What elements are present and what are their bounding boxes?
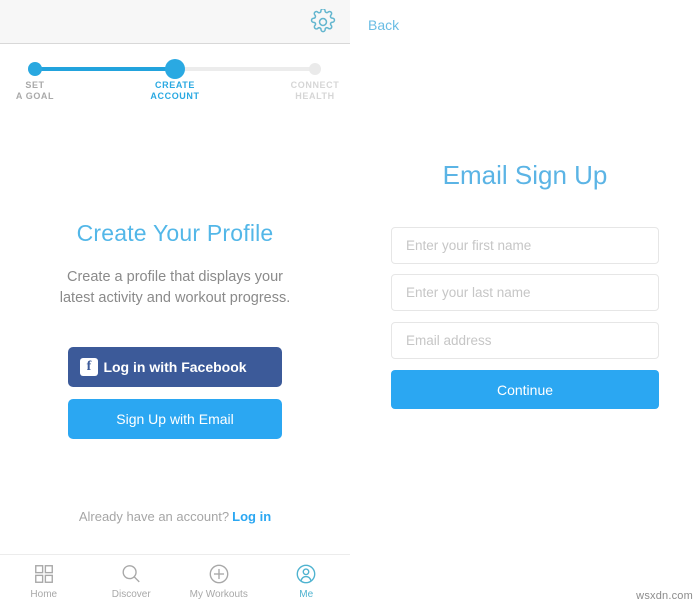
stepper-label-set-a-goal: SET A GOAL <box>0 80 90 102</box>
bottom-tab-bar: Home Discover My Workouts Me <box>0 554 350 607</box>
tab-my-workouts[interactable]: My Workouts <box>175 555 263 607</box>
gear-icon[interactable] <box>310 9 336 35</box>
existing-account-prompt: Already have an account? <box>78 509 230 524</box>
stepper-label-line1: CREATE <box>155 80 195 90</box>
tab-discover[interactable]: Discover <box>88 555 176 607</box>
first-name-input[interactable] <box>391 227 659 264</box>
right-phone-panel: Back Email Sign Up Continue wsxdn.com <box>350 0 700 607</box>
email-sign-up-title: Email Sign Up <box>442 160 608 190</box>
tab-home[interactable]: Home <box>0 555 88 607</box>
email-input[interactable] <box>391 322 659 359</box>
page-title: Create Your Profile <box>76 220 274 246</box>
page-subtitle: Create a profile that displays your late… <box>30 267 320 309</box>
search-icon <box>120 563 142 585</box>
existing-account-row: Already have an account? Log in <box>0 509 350 524</box>
tab-me[interactable]: Me <box>263 555 351 607</box>
tab-me-label: Me <box>299 588 314 600</box>
tab-discover-label: Discover <box>111 588 151 600</box>
back-button[interactable]: Back <box>368 17 399 33</box>
sign-up-with-email-label: Sign Up with Email <box>116 411 234 427</box>
watermark: wsxdn.com <box>636 590 693 602</box>
log-in-link[interactable]: Log in <box>232 509 271 524</box>
tab-home-label: Home <box>30 588 58 600</box>
stepper-label-create-account: CREATE ACCOUNT <box>120 80 230 102</box>
stepper-track-fill <box>35 67 175 71</box>
stepper-label-line1: SET <box>25 80 45 90</box>
left-phone-panel: SET A GOAL CREATE ACCOUNT CONNECT HEALTH… <box>0 0 350 607</box>
stepper-dot-create-account[interactable] <box>165 59 185 79</box>
stepper-label-line2: ACCOUNT <box>150 91 200 101</box>
plus-circle-icon <box>208 563 230 585</box>
grid-icon <box>33 563 55 585</box>
continue-button[interactable]: Continue <box>391 370 659 409</box>
stepper-dot-set-a-goal[interactable] <box>28 62 42 76</box>
stepper-label-line2: A GOAL <box>15 91 55 101</box>
left-header-bar <box>0 0 350 44</box>
onboarding-stepper: SET A GOAL CREATE ACCOUNT CONNECT HEALTH <box>0 56 350 104</box>
create-profile-section: Create Your Profile Create a profile tha… <box>0 120 350 524</box>
facebook-icon: f <box>80 358 98 376</box>
page-subtitle-line2: latest activity and workout progress. <box>59 290 291 306</box>
last-name-input[interactable] <box>391 274 659 311</box>
stepper-dot-connect-health[interactable] <box>309 63 321 75</box>
tab-my-workouts-label: My Workouts <box>189 588 248 600</box>
page-subtitle-line1: Create a profile that displays your <box>67 269 283 285</box>
person-circle-icon <box>295 563 317 585</box>
app-screen: SET A GOAL CREATE ACCOUNT CONNECT HEALTH… <box>0 0 700 607</box>
login-with-facebook-button[interactable]: f Log in with Facebook <box>68 347 282 387</box>
login-with-facebook-label: Log in with Facebook <box>103 359 247 375</box>
sign-up-with-email-button[interactable]: Sign Up with Email <box>68 399 282 439</box>
